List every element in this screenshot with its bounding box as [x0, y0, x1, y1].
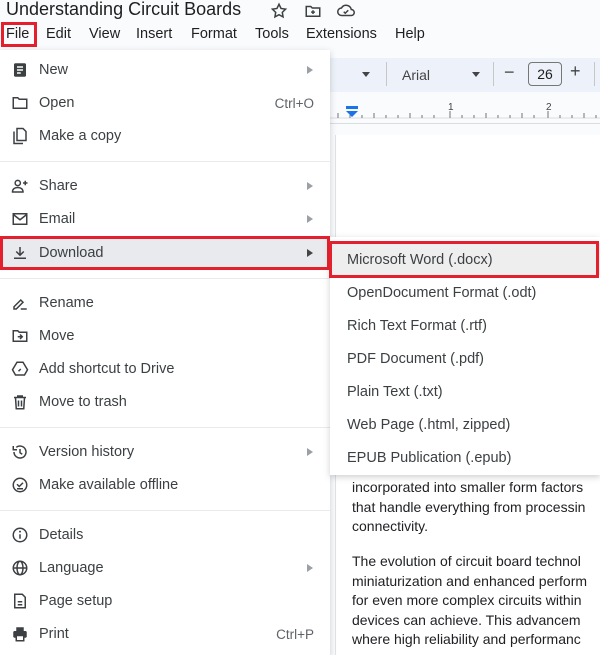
submenu-arrow-icon — [307, 66, 313, 74]
document-paragraph-2[interactable]: The evolution of circuit board technol m… — [352, 552, 587, 650]
copy-icon — [11, 127, 29, 145]
formatting-toolbar: Arial − 26 + — [330, 58, 600, 92]
toolbar-divider — [594, 62, 595, 86]
menu-item-page-setup[interactable]: Page setup — [0, 585, 330, 617]
decrease-font-size-button[interactable]: − — [504, 62, 515, 83]
menu-divider — [0, 427, 330, 428]
menu-bar: File Edit View Insert Format Tools Exten… — [0, 22, 600, 48]
font-dropdown-arrow-icon[interactable] — [472, 72, 480, 77]
print-icon — [11, 625, 29, 643]
cloud-saved-icon[interactable] — [336, 2, 355, 20]
star-icon[interactable] — [270, 2, 288, 20]
menu-insert[interactable]: Insert — [136, 26, 172, 42]
email-icon — [11, 210, 29, 228]
download-option-odt[interactable]: OpenDocument Format (.odt) — [330, 276, 600, 308]
menu-divider — [0, 510, 330, 511]
trash-icon — [11, 393, 29, 411]
text-line: The evolution of circuit board technol — [352, 553, 581, 569]
shortcut-label: Ctrl+P — [276, 627, 314, 642]
text-line: incorporated into smaller form factors — [352, 479, 584, 495]
text-line: that handle everything from processin — [352, 498, 586, 515]
docx-highlight — [329, 241, 599, 278]
submenu-arrow-icon — [307, 215, 313, 223]
menu-divider — [0, 161, 330, 162]
download-highlight — [0, 236, 330, 270]
submenu-arrow-icon — [307, 182, 313, 190]
history-icon — [11, 443, 29, 461]
menu-extensions[interactable]: Extensions — [306, 26, 377, 42]
text-line: where high reliability and performanc — [352, 631, 581, 647]
file-menu-highlight — [1, 22, 37, 47]
menu-item-move[interactable]: Move — [0, 320, 330, 352]
toolbar-divider — [493, 62, 494, 86]
menu-item-open[interactable]: Open Ctrl+O — [0, 87, 330, 119]
share-person-icon — [11, 177, 29, 195]
document-title[interactable]: Understanding Circuit Boards — [6, 0, 241, 20]
menu-format[interactable]: Format — [191, 26, 237, 42]
folder-icon — [11, 94, 29, 112]
menu-item-details[interactable]: Details — [0, 519, 330, 551]
menu-item-email[interactable]: Email — [0, 203, 330, 235]
globe-icon — [11, 559, 29, 577]
menu-tools[interactable]: Tools — [255, 26, 289, 42]
menu-item-make-available-offline[interactable]: Make available offline — [0, 469, 330, 501]
menu-item-share[interactable]: Share — [0, 170, 330, 202]
rename-icon — [11, 294, 29, 312]
download-option-epub[interactable]: EPUB Publication (.epub) — [330, 441, 600, 473]
download-option-html[interactable]: Web Page (.html, zipped) — [330, 408, 600, 440]
ruler-mark-2: 2 — [546, 102, 552, 113]
menu-item-make-a-copy[interactable]: Make a copy — [0, 120, 330, 152]
indent-marker-icon[interactable] — [346, 106, 358, 118]
offline-icon — [11, 476, 29, 494]
menu-item-move-to-trash[interactable]: Move to trash — [0, 386, 330, 418]
move-folder-icon — [11, 327, 29, 345]
menu-item-rename[interactable]: Rename — [0, 287, 330, 319]
text-line: for even more complex circuits within — [352, 592, 582, 608]
ruler: 1 2 — [330, 98, 600, 124]
new-document-icon — [11, 61, 29, 79]
menu-item-language[interactable]: Language — [0, 552, 330, 584]
ruler-mark-1: 1 — [448, 102, 454, 113]
menu-item-new[interactable]: New — [0, 54, 330, 86]
menu-help[interactable]: Help — [395, 26, 425, 42]
menu-edit[interactable]: Edit — [46, 26, 71, 42]
text-line: miniaturization and enhanced perform — [352, 572, 588, 589]
menu-view[interactable]: View — [89, 26, 120, 42]
menu-item-version-history[interactable]: Version history — [0, 436, 330, 468]
font-size-input[interactable]: 26 — [528, 62, 562, 86]
download-option-txt[interactable]: Plain Text (.txt) — [330, 375, 600, 407]
download-option-rtf[interactable]: Rich Text Format (.rtf) — [330, 309, 600, 341]
document-paragraph-1[interactable]: incorporated into smaller form factors t… — [352, 478, 585, 537]
title-bar: Understanding Circuit Boards — [0, 0, 600, 22]
toolbar-divider — [386, 62, 387, 86]
ruler-ticks — [330, 111, 600, 119]
style-dropdown-arrow-icon[interactable] — [362, 72, 370, 77]
text-line: devices can achieve. This advancem — [352, 611, 581, 628]
page-setup-icon — [11, 592, 29, 610]
download-option-pdf[interactable]: PDF Document (.pdf) — [330, 342, 600, 374]
submenu-arrow-icon — [307, 564, 313, 572]
submenu-arrow-icon — [307, 448, 313, 456]
shortcut-label: Ctrl+O — [274, 96, 314, 111]
increase-font-size-button[interactable]: + — [570, 61, 581, 82]
info-icon — [11, 526, 29, 544]
menu-item-add-shortcut[interactable]: Add shortcut to Drive — [0, 353, 330, 385]
text-line: connectivity. — [352, 518, 428, 534]
font-name[interactable]: Arial — [402, 67, 430, 83]
menu-item-print[interactable]: Print Ctrl+P — [0, 618, 330, 650]
drive-shortcut-icon — [11, 360, 29, 378]
menu-divider — [0, 278, 330, 279]
file-menu: New Open Ctrl+O Make a copy Share Email … — [0, 50, 330, 655]
move-to-folder-icon[interactable] — [304, 2, 322, 20]
